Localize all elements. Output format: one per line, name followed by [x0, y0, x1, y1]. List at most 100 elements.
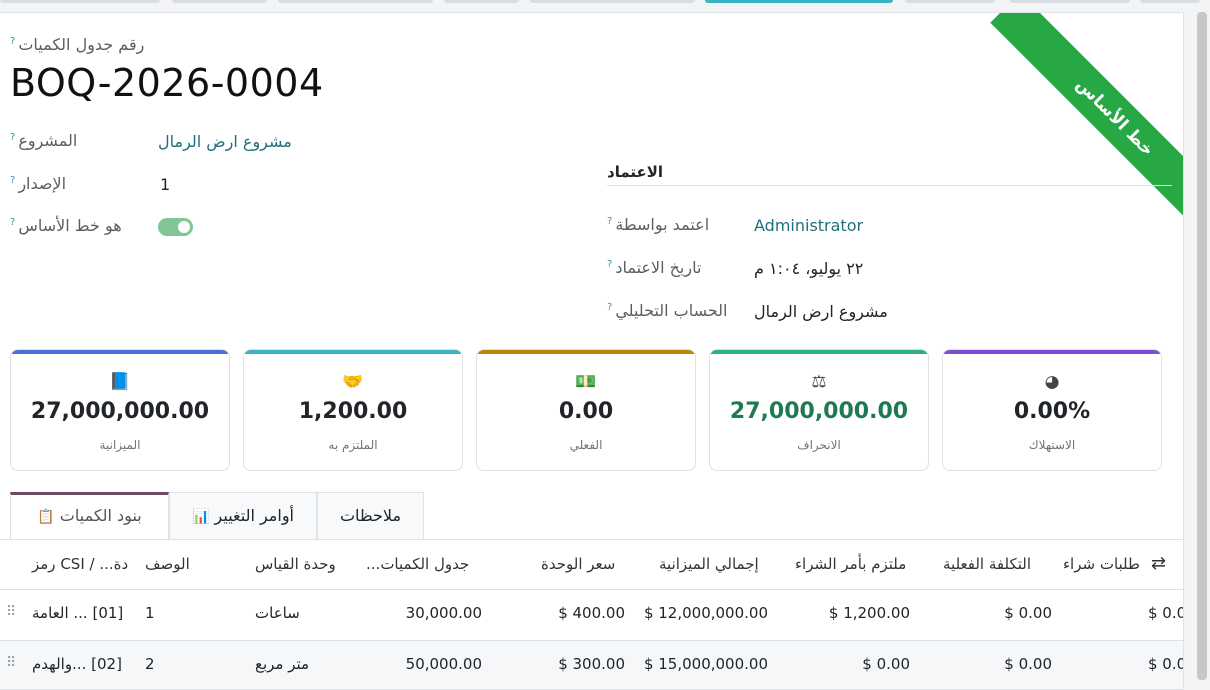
- page-title: BOQ-2026-0004: [10, 61, 324, 105]
- baseline-label: هو خط الأساس?: [10, 216, 122, 235]
- baseline-ribbon: خط الأساس: [990, 13, 1183, 242]
- cell-budget-total[interactable]: $ 15,000,000.00: [630, 655, 768, 673]
- project-link[interactable]: مشروع ارض الرمال: [158, 132, 292, 151]
- browser-tab[interactable]: [1010, 0, 1130, 3]
- baseline-toggle[interactable]: [158, 218, 193, 236]
- cell-budget-total[interactable]: $ 12,000,000.00: [630, 604, 768, 622]
- pie-chart-icon: ◕: [1044, 372, 1060, 392]
- col-budget-total[interactable]: إجمالي الميزانية: [659, 555, 759, 573]
- reference-label-text: رقم جدول الكميات: [18, 35, 145, 54]
- cell-csi-code[interactable]: [02] ...والهدم: [32, 655, 122, 673]
- cell-uom[interactable]: ساعات: [255, 604, 300, 622]
- tab-notes-label: ملاحظات: [339, 506, 402, 525]
- col-boq-qty[interactable]: ...جدول الكميات: [366, 555, 469, 573]
- tab-boq-lines[interactable]: بنود الكميات 📋: [10, 492, 169, 540]
- cell-actual-cost[interactable]: $ 0.00: [940, 655, 1052, 673]
- cell-boq-qty[interactable]: 50,000.00: [366, 655, 482, 673]
- variance-card[interactable]: ⚖ 27,000,000.00 الانحراف: [709, 349, 929, 471]
- tab-change-orders[interactable]: أوامر التغيير 📊: [169, 492, 317, 540]
- cell-unit-price[interactable]: $ 300.00: [520, 655, 625, 673]
- committed-card[interactable]: 🤝 1,200.00 الملتزم به: [243, 349, 463, 471]
- help-icon[interactable]: ?: [10, 217, 15, 228]
- budget-card[interactable]: 📘 27,000,000.00 الميزانية: [10, 349, 230, 471]
- help-icon[interactable]: ?: [607, 259, 612, 270]
- tab-notes[interactable]: ملاحظات: [317, 492, 424, 540]
- approval-section-title: الاعتماد: [607, 163, 1172, 186]
- vertical-scrollbar[interactable]: [1197, 12, 1207, 680]
- tabs-divider: [0, 539, 1183, 540]
- cell-po-committed[interactable]: $ 0.00: [790, 655, 910, 673]
- version-label: الإصدار?: [10, 174, 66, 193]
- cell-description[interactable]: 1: [145, 604, 155, 622]
- variance-value: 27,000,000.00: [729, 399, 909, 424]
- browser-tab[interactable]: [172, 0, 267, 3]
- cell-purchase-requests[interactable]: $ 0.0: [1148, 604, 1183, 622]
- card-accent-bar: [244, 350, 462, 354]
- approval-date-label-text: تاريخ الاعتماد: [615, 258, 702, 277]
- browser-tab[interactable]: [0, 0, 160, 3]
- money-icon: 💵: [575, 372, 597, 392]
- col-unit-price[interactable]: سعر الوحدة: [541, 555, 615, 573]
- analytic-account-value: مشروع ارض الرمال: [754, 302, 888, 321]
- card-accent-bar: [11, 350, 229, 354]
- cell-po-committed[interactable]: $ 1,200.00: [790, 604, 910, 622]
- drag-handle-icon[interactable]: ⠿: [6, 605, 16, 619]
- cell-purchase-requests[interactable]: $ 0.0: [1148, 655, 1183, 673]
- col-uom[interactable]: وحدة القياس: [255, 555, 336, 573]
- variance-caption: الانحراف: [797, 438, 841, 452]
- toggle-knob: [178, 221, 190, 233]
- reference-label: رقم جدول الكميات?: [10, 35, 144, 54]
- cell-boq-qty[interactable]: 30,000.00: [366, 604, 482, 622]
- tab-boq-lines-label: بنود الكميات: [59, 506, 142, 525]
- card-accent-bar: [477, 350, 695, 354]
- approved-by-label: اعتمد بواسطة?: [607, 215, 709, 234]
- cell-description[interactable]: 2: [145, 655, 155, 673]
- consumption-value: 0.00%: [1013, 399, 1091, 424]
- project-label: المشروع?: [10, 131, 77, 150]
- cell-csi-code[interactable]: [01] ... العامة: [32, 604, 123, 622]
- browser-tab-active[interactable]: [705, 0, 893, 3]
- col-actual-cost[interactable]: التكلفة الفعلية: [943, 555, 1031, 573]
- browser-tab[interactable]: [530, 0, 695, 3]
- cell-uom[interactable]: متر مربع: [255, 655, 309, 673]
- actual-caption: الفعلي: [569, 438, 603, 452]
- col-csi-code[interactable]: رمز CSI / ...دة: [32, 555, 128, 573]
- browser-tab[interactable]: [444, 0, 519, 3]
- consumption-card[interactable]: ◕ 0.00% الاستهلاك: [942, 349, 1162, 471]
- header-divider: [0, 589, 1183, 590]
- cell-unit-price[interactable]: $ 400.00: [520, 604, 625, 622]
- col-purchase-requests[interactable]: طلبات شراء: [1063, 555, 1140, 573]
- help-icon[interactable]: ?: [10, 175, 15, 186]
- actual-value: 0.00: [558, 399, 614, 424]
- committed-caption: الملتزم به: [328, 438, 378, 452]
- actual-card[interactable]: 💵 0.00 الفعلي: [476, 349, 696, 471]
- card-accent-bar: [710, 350, 928, 354]
- budget-caption: الميزانية: [99, 438, 141, 452]
- column-settings-icon[interactable]: ⇄: [1151, 553, 1166, 574]
- help-icon[interactable]: ?: [607, 216, 612, 227]
- browser-tab[interactable]: [278, 0, 433, 3]
- help-icon[interactable]: ?: [10, 132, 15, 143]
- browser-tab[interactable]: [905, 0, 995, 3]
- help-icon[interactable]: ?: [607, 302, 612, 313]
- tab-change-orders-label: أوامر التغيير: [214, 506, 294, 525]
- consumption-caption: الاستهلاك: [1028, 438, 1076, 452]
- col-description[interactable]: الوصف: [145, 555, 190, 573]
- clipboard-icon: 📋: [37, 509, 55, 525]
- help-icon[interactable]: ?: [10, 36, 15, 47]
- analytic-account-label: الحساب التحليلي?: [607, 301, 728, 320]
- col-po-committed[interactable]: ملتزم بأمر الشراء: [795, 555, 906, 573]
- approval-date-value: ٢٢ يوليو، ١:٠٤ م: [754, 259, 864, 278]
- analytic-account-label-text: الحساب التحليلي: [615, 301, 728, 320]
- browser-tab[interactable]: [1140, 0, 1200, 3]
- book-icon: 📘: [109, 372, 131, 392]
- approved-by-link[interactable]: Administrator: [754, 216, 863, 235]
- budget-value: 27,000,000.00: [30, 399, 210, 424]
- baseline-label-text: هو خط الأساس: [18, 216, 122, 235]
- form-sheet: خط الأساس رقم جدول الكميات? BOQ-2026-000…: [0, 12, 1184, 690]
- bar-chart-icon: 📊: [192, 509, 210, 525]
- top-tab-strip: [0, 0, 1210, 12]
- cell-actual-cost[interactable]: $ 0.00: [940, 604, 1052, 622]
- drag-handle-icon[interactable]: ⠿: [6, 656, 16, 670]
- scale-icon: ⚖: [811, 372, 827, 392]
